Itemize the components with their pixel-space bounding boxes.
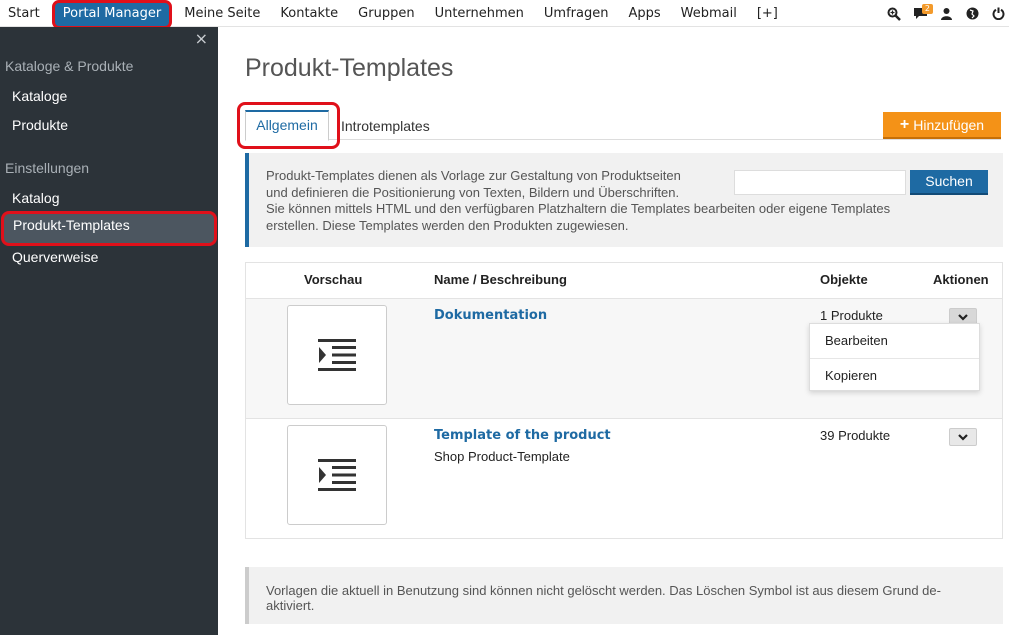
sidebar-heading-einstellungen: Einstellungen	[5, 160, 90, 176]
nav-gruppen[interactable]: Gruppen	[348, 0, 424, 27]
nav-kontakte[interactable]: Kontakte	[270, 0, 348, 27]
info-line: Sie können mittels HTML und den verfügba…	[266, 201, 891, 216]
sidebar-item-katalog[interactable]: Katalog	[0, 184, 218, 213]
template-name-link[interactable]: Template of the product	[434, 428, 611, 443]
template-preview-thumbnail[interactable]	[287, 425, 387, 525]
sidebar: × Kataloge & Produkte Kataloge Produkte …	[0, 27, 218, 635]
top-icons: 2	[879, 0, 1009, 27]
nav-umfragen[interactable]: Umfragen	[534, 0, 619, 27]
template-object-count: 1 Produkte	[820, 308, 883, 323]
search-button[interactable]: Suchen	[910, 170, 988, 195]
search-zoom-icon[interactable]	[883, 0, 905, 27]
column-header-objects: Objekte	[820, 272, 868, 287]
close-sidebar-icon[interactable]: ×	[195, 29, 208, 48]
indent-icon	[318, 339, 356, 371]
info-box: Produkt-Templates dienen als Vorlage zur…	[245, 153, 1003, 247]
indent-icon	[318, 459, 356, 491]
nav-unternehmen[interactable]: Unternehmen	[425, 0, 534, 27]
sidebar-item-querverweise[interactable]: Querverweise	[0, 243, 218, 272]
top-nav: Start Portal Manager Meine Seite Kontakt…	[0, 0, 1009, 29]
template-object-count: 39 Produkte	[820, 428, 891, 443]
tab-allgemein[interactable]: Allgemein	[237, 102, 340, 149]
template-preview-thumbnail[interactable]	[287, 305, 387, 405]
sidebar-item-produkte[interactable]: Produkte	[0, 111, 218, 140]
notification-badge: 2	[921, 4, 933, 14]
table-row: Template of the product Shop Product-Tem…	[246, 418, 1002, 538]
power-icon[interactable]	[987, 0, 1009, 27]
chevron-down-icon	[958, 313, 968, 321]
chat-icon[interactable]: 2	[909, 0, 933, 27]
add-button[interactable]: + Hinzufügen	[883, 112, 1001, 139]
page-title: Produkt-Templates	[245, 54, 454, 82]
actions-dropdown-menu: Bearbeiten Kopieren	[809, 323, 980, 391]
add-button-label: Hinzufügen	[913, 116, 985, 133]
column-header-actions: Aktionen	[933, 272, 989, 287]
nav-start[interactable]: Start	[0, 0, 50, 27]
template-name-link[interactable]: Dokumentation	[434, 308, 547, 323]
nav-portal-manager[interactable]: Portal Manager	[51, 0, 173, 29]
nav-webmail[interactable]: Webmail	[671, 0, 747, 27]
nav-apps[interactable]: Apps	[618, 0, 670, 27]
actions-dropdown-button[interactable]	[949, 428, 977, 446]
chevron-down-icon	[958, 433, 968, 441]
column-header-preview: Vorschau	[304, 272, 363, 287]
plus-icon: +	[899, 115, 910, 133]
tab-introtemplates[interactable]: Introtemplates	[341, 112, 430, 140]
tab-allgemein-label: Allgemein	[245, 110, 329, 141]
column-header-name: Name / Beschreibung	[434, 272, 567, 287]
menu-item-bearbeiten[interactable]: Bearbeiten	[810, 324, 979, 358]
nav-add-more[interactable]: [+]	[747, 0, 788, 27]
sidebar-item-kataloge[interactable]: Kataloge	[0, 82, 218, 111]
template-description: Shop Product-Template	[434, 449, 570, 464]
menu-item-kopieren[interactable]: Kopieren	[810, 358, 979, 392]
templates-table: Vorschau Name / Beschreibung Objekte Akt…	[245, 262, 1003, 539]
info-line: erstellen. Diese Templates werden den Pr…	[266, 217, 629, 233]
search-input[interactable]	[734, 170, 906, 195]
top-navigation-bar: Start Portal Manager Meine Seite Kontakt…	[0, 0, 1009, 29]
main-content: Produkt-Templates Allgemein Introtemplat…	[218, 27, 1009, 635]
delete-note: Vorlagen die aktuell in Benutzung sind k…	[245, 567, 1003, 624]
sidebar-item-produkt-templates[interactable]: Produkt-Templates	[1, 211, 217, 246]
globe-icon[interactable]	[961, 0, 983, 27]
nav-meine-seite[interactable]: Meine Seite	[174, 0, 270, 27]
sidebar-heading-kataloge-produkte: Kataloge & Produkte	[5, 58, 134, 74]
user-icon[interactable]	[935, 0, 957, 27]
delete-note-text: Vorlagen die aktuell in Benutzung sind k…	[266, 583, 941, 613]
